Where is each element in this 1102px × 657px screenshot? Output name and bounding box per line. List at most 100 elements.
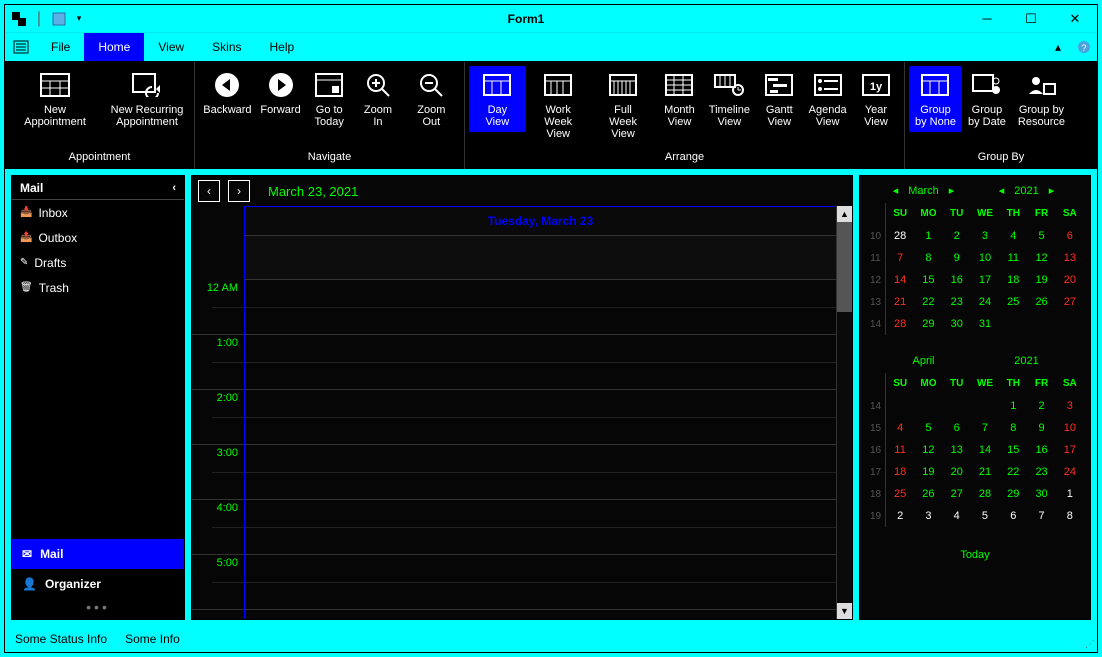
cal-day[interactable]: 7: [971, 417, 999, 439]
cal-day[interactable]: 25: [999, 291, 1027, 313]
sidebar-collapse-icon[interactable]: ‹: [172, 182, 176, 194]
cal-day[interactable]: 23: [943, 291, 971, 313]
cal-day[interactable]: 17: [1056, 439, 1084, 461]
cal-day[interactable]: 29: [999, 483, 1027, 505]
cal-day[interactable]: 21: [971, 461, 999, 483]
work-week-view-button[interactable]: Work Week View: [526, 66, 591, 144]
group-by-date-button[interactable]: Group by Date: [962, 66, 1012, 132]
cal-day[interactable]: 13: [1056, 247, 1084, 269]
cal-day[interactable]: 11: [999, 247, 1027, 269]
close-button[interactable]: ✕: [1053, 5, 1097, 33]
cal-day[interactable]: 28: [886, 313, 914, 335]
cal-next-month-icon[interactable]: ▸: [945, 184, 959, 197]
cal-day[interactable]: 8: [1056, 505, 1084, 527]
maximize-button[interactable]: ☐: [1009, 5, 1053, 33]
agenda-view-button[interactable]: Agenda View: [803, 66, 852, 132]
timeline-view-button[interactable]: Timeline View: [703, 66, 755, 132]
sidebar-nav-mail[interactable]: ✉ Mail: [12, 539, 184, 569]
cal-day[interactable]: 2: [943, 225, 971, 247]
cal-day[interactable]: 9: [1027, 417, 1055, 439]
cal-day[interactable]: 22: [914, 291, 942, 313]
sidebar-item-drafts[interactable]: ✎Drafts: [12, 250, 184, 275]
menu-view[interactable]: View: [144, 33, 198, 61]
cal-day[interactable]: 29: [914, 313, 942, 335]
cal-prev-year-icon[interactable]: ◂: [995, 184, 1009, 197]
cal-day[interactable]: 23: [1027, 461, 1055, 483]
scheduler-scrollbar[interactable]: ▲ ▼: [836, 206, 852, 619]
cal-day[interactable]: 22: [999, 461, 1027, 483]
scheduler-allday-area[interactable]: [244, 236, 836, 280]
gantt-view-button[interactable]: Gantt View: [755, 66, 803, 132]
menu-help[interactable]: Help: [256, 33, 309, 61]
new-appointment-button[interactable]: New Appointment: [9, 66, 101, 132]
cal-day[interactable]: 9: [943, 247, 971, 269]
cal-day[interactable]: 3: [914, 505, 942, 527]
cal-day[interactable]: 19: [914, 461, 942, 483]
cal-day[interactable]: 13: [943, 439, 971, 461]
cal-prev-month-icon[interactable]: ◂: [889, 184, 903, 197]
scheduler-day-header[interactable]: Tuesday, March 23: [244, 206, 836, 236]
menu-home[interactable]: Home: [84, 33, 144, 61]
cal-day[interactable]: 19: [1027, 269, 1055, 291]
resize-grip-icon[interactable]: ⋰: [1085, 639, 1093, 650]
cal-day[interactable]: 31: [971, 313, 999, 335]
cal-day[interactable]: 26: [914, 483, 942, 505]
cal-day[interactable]: 5: [1027, 225, 1055, 247]
menu-file[interactable]: File: [37, 33, 84, 61]
cal-day[interactable]: 14: [886, 269, 914, 291]
cal-day[interactable]: 21: [886, 291, 914, 313]
cal-day[interactable]: 20: [1056, 269, 1084, 291]
cal-day[interactable]: 11: [886, 439, 914, 461]
scroll-thumb[interactable]: [837, 222, 852, 312]
ribbon-collapse-icon[interactable]: ▴: [1045, 40, 1071, 54]
minimize-button[interactable]: ─: [965, 5, 1009, 33]
cal-day[interactable]: 24: [1056, 461, 1084, 483]
cal-day[interactable]: 17: [971, 269, 999, 291]
cal-day[interactable]: 27: [1056, 291, 1084, 313]
zoom-in-button[interactable]: Zoom In: [353, 66, 402, 132]
cal-day[interactable]: 2: [1027, 395, 1055, 417]
cal-day[interactable]: 28: [886, 225, 914, 247]
cal-day[interactable]: 5: [971, 505, 999, 527]
group-by-none-button[interactable]: Group by None: [909, 66, 962, 132]
cal-day[interactable]: 2: [886, 505, 914, 527]
cal-day[interactable]: 16: [943, 269, 971, 291]
year-view-button[interactable]: 1y Year View: [852, 66, 900, 132]
sidebar-item-inbox[interactable]: 📥Inbox: [12, 200, 184, 225]
cal-day[interactable]: 25: [886, 483, 914, 505]
zoom-out-button[interactable]: Zoom Out: [403, 66, 460, 132]
sidebar-nav-organizer[interactable]: 👤 Organizer: [12, 569, 184, 599]
forward-button[interactable]: Forward: [256, 66, 305, 120]
cal-day[interactable]: 6: [1056, 225, 1084, 247]
month-view-button[interactable]: Month View: [655, 66, 703, 132]
sidebar-item-trash[interactable]: 🗑Trash: [12, 275, 184, 300]
cal-day[interactable]: 3: [1056, 395, 1084, 417]
scroll-up-icon[interactable]: ▲: [837, 206, 852, 222]
cal-day[interactable]: 8: [914, 247, 942, 269]
menu-skins[interactable]: Skins: [198, 33, 255, 61]
new-recurring-appointment-button[interactable]: New Recurring Appointment: [101, 66, 193, 132]
scroll-down-icon[interactable]: ▼: [837, 603, 852, 619]
cal-day[interactable]: 4: [943, 505, 971, 527]
cal-day[interactable]: 10: [1056, 417, 1084, 439]
cal-day[interactable]: 4: [999, 225, 1027, 247]
cal-day[interactable]: 15: [914, 269, 942, 291]
cal-day[interactable]: 4: [886, 417, 914, 439]
cal-day[interactable]: 28: [971, 483, 999, 505]
scheduler-timeslots[interactable]: [244, 280, 836, 619]
qat-item-icon[interactable]: [51, 11, 67, 27]
cal-day[interactable]: 30: [1027, 483, 1055, 505]
cal-day[interactable]: 1: [1056, 483, 1084, 505]
sidebar-item-outbox[interactable]: 📤Outbox: [12, 225, 184, 250]
cal-day[interactable]: 7: [1027, 505, 1055, 527]
backward-button[interactable]: Backward: [199, 66, 256, 120]
cal-day[interactable]: 1: [999, 395, 1027, 417]
cal-day[interactable]: 10: [971, 247, 999, 269]
cal-day[interactable]: 5: [914, 417, 942, 439]
scheduler-prev-button[interactable]: ‹: [198, 180, 220, 202]
cal-day[interactable]: 8: [999, 417, 1027, 439]
cal-next-year-icon[interactable]: ▸: [1045, 184, 1059, 197]
cal-day[interactable]: 12: [1027, 247, 1055, 269]
cal-day[interactable]: 18: [999, 269, 1027, 291]
cal-day[interactable]: 20: [943, 461, 971, 483]
